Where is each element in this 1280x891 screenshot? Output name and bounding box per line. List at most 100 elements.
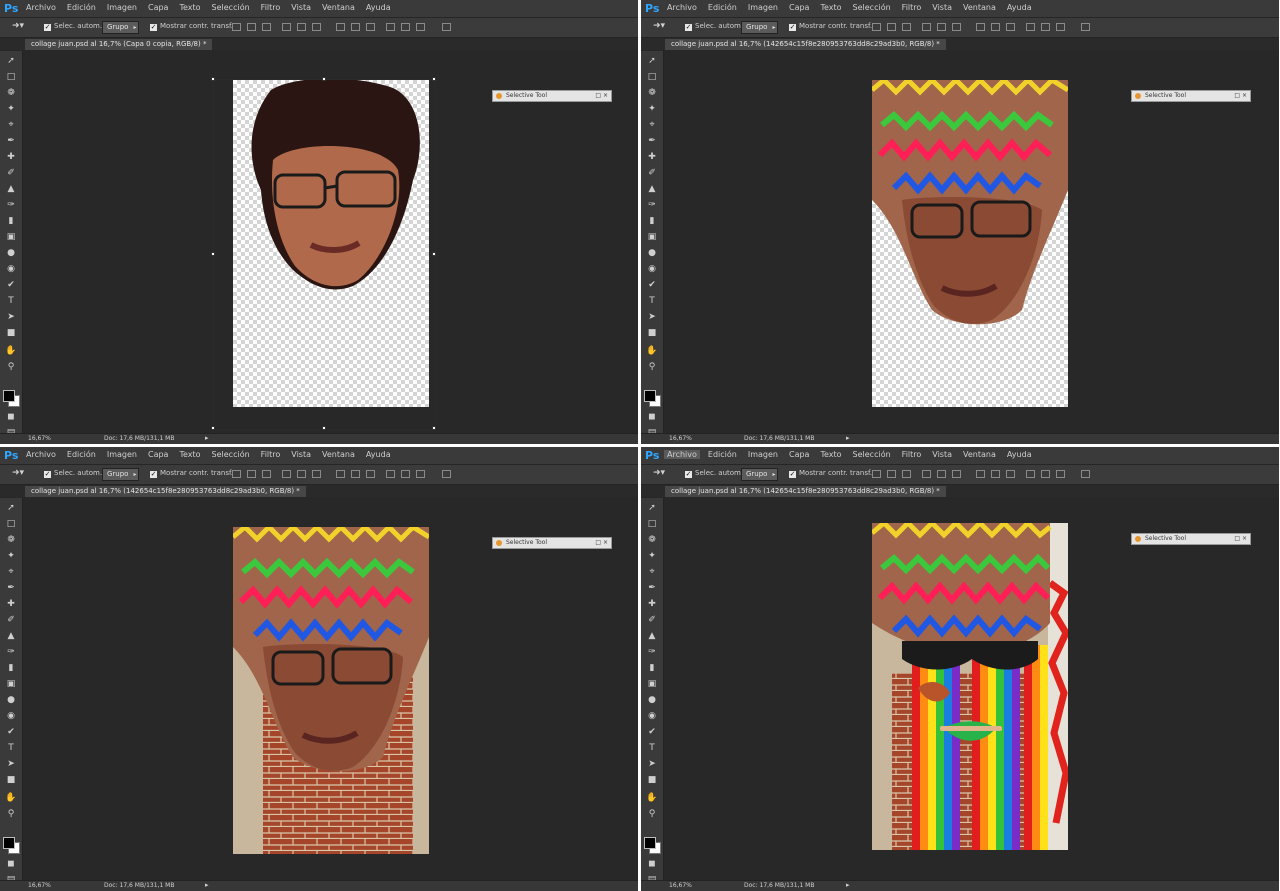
align-bottom-icon[interactable] [902, 470, 911, 478]
pen-tool-icon[interactable]: ✔ [4, 279, 18, 291]
document-tab[interactable]: collage juan.psd al 16,7% (Capa 0 copia,… [25, 39, 213, 50]
auto-select-target-dropdown[interactable]: Grupo [741, 468, 779, 481]
magic-wand-tool-icon[interactable]: ✦ [645, 103, 659, 115]
transform-handle[interactable] [432, 252, 436, 256]
menu-imagen[interactable]: Imagen [748, 450, 778, 459]
selective-tool-panel[interactable]: Selective Tool □ × [492, 537, 612, 549]
gradient-tool-icon[interactable]: ▣ [4, 678, 18, 690]
menu-ventana[interactable]: Ventana [963, 3, 996, 12]
panel-window-buttons[interactable]: □ × [1234, 534, 1247, 544]
menu-archivo[interactable]: Archivo [667, 3, 697, 12]
gradient-tool-icon[interactable]: ▣ [645, 678, 659, 690]
menu-seleccion[interactable]: Selección [212, 3, 250, 12]
eraser-tool-icon[interactable]: ▮ [4, 662, 18, 674]
crop-tool-icon[interactable]: ⌖ [645, 119, 659, 131]
auto-select-checkbox[interactable]: ✓ Selec. autom.: [44, 22, 104, 31]
zoom-tool-icon[interactable]: ⚲ [4, 808, 18, 820]
status-menu-arrow-icon[interactable]: ▸ [846, 881, 850, 889]
transform-handle[interactable] [322, 77, 326, 81]
menu-seleccion[interactable]: Selección [212, 450, 250, 459]
menu-capa[interactable]: Capa [148, 3, 168, 12]
blur-tool-icon[interactable]: ● [645, 694, 659, 706]
distribute-right-icon[interactable] [1056, 470, 1065, 478]
distribute-bottom-icon[interactable] [366, 23, 375, 31]
type-tool-icon[interactable]: T [645, 742, 659, 754]
brush-tool-icon[interactable]: ✐ [4, 167, 18, 179]
menu-edicion[interactable]: Edición [708, 450, 737, 459]
lasso-tool-icon[interactable]: ❁ [645, 87, 659, 99]
panel-window-buttons[interactable]: □ × [1234, 91, 1247, 101]
zoom-tool-icon[interactable]: ⚲ [645, 361, 659, 373]
path-selection-tool-icon[interactable]: ➤ [645, 311, 659, 323]
selective-tool-panel[interactable]: Selective Tool □ × [1131, 90, 1251, 102]
eraser-tool-icon[interactable]: ▮ [4, 215, 18, 227]
eyedropper-tool-icon[interactable]: ✒ [645, 135, 659, 147]
show-transform-checkbox[interactable]: ✓ Mostrar contr. transf. [789, 469, 872, 478]
foreground-color-swatch[interactable] [3, 390, 15, 402]
transform-handle[interactable] [432, 77, 436, 81]
crop-tool-icon[interactable]: ⌖ [4, 119, 18, 131]
transform-handle[interactable] [432, 426, 436, 430]
distribute-hcenter-icon[interactable] [1041, 23, 1050, 31]
magic-wand-tool-icon[interactable]: ✦ [4, 103, 18, 115]
document-canvas[interactable] [872, 80, 1068, 407]
foreground-color-swatch[interactable] [644, 837, 656, 849]
auto-select-checkbox[interactable]: ✓ Selec. autom.: [44, 469, 104, 478]
blur-tool-icon[interactable]: ● [4, 247, 18, 259]
move-tool-icon[interactable]: ➚ [4, 55, 18, 67]
rectangle-tool-icon[interactable]: ■ [645, 327, 659, 339]
show-transform-checkbox[interactable]: ✓ Mostrar contr. transf. [150, 469, 233, 478]
type-tool-icon[interactable]: T [4, 742, 18, 754]
distribute-bottom-icon[interactable] [1006, 470, 1015, 478]
history-brush-tool-icon[interactable]: ✑ [645, 646, 659, 658]
crop-tool-icon[interactable]: ⌖ [645, 566, 659, 578]
lasso-tool-icon[interactable]: ❁ [4, 87, 18, 99]
hand-tool-icon[interactable]: ✋ [4, 345, 18, 357]
distribute-right-icon[interactable] [1056, 23, 1065, 31]
eyedropper-tool-icon[interactable]: ✒ [4, 135, 18, 147]
align-left-icon[interactable] [282, 23, 291, 31]
menu-edicion[interactable]: Edición [67, 450, 96, 459]
hand-tool-icon[interactable]: ✋ [4, 792, 18, 804]
history-brush-tool-icon[interactable]: ✑ [645, 199, 659, 211]
marquee-tool-icon[interactable]: □ [4, 518, 18, 530]
status-menu-arrow-icon[interactable]: ▸ [205, 434, 209, 442]
menu-archivo[interactable]: Archivo [664, 450, 700, 459]
transform-handle[interactable] [322, 426, 326, 430]
marquee-tool-icon[interactable]: □ [645, 71, 659, 83]
distribute-vcenter-icon[interactable] [351, 470, 360, 478]
distribute-left-icon[interactable] [1026, 23, 1035, 31]
auto-select-target-dropdown[interactable]: Grupo [102, 468, 140, 481]
auto-select-checkbox[interactable]: ✓ Selec. autom.: [685, 469, 745, 478]
align-right-icon[interactable] [312, 23, 321, 31]
menu-ventana[interactable]: Ventana [322, 3, 355, 12]
panel-window-buttons[interactable]: □ × [595, 538, 608, 548]
align-hcenter-icon[interactable] [937, 470, 946, 478]
lasso-tool-icon[interactable]: ❁ [4, 534, 18, 546]
menu-filtro[interactable]: Filtro [261, 3, 281, 12]
menu-texto[interactable]: Texto [820, 3, 841, 12]
dodge-tool-icon[interactable]: ◉ [645, 710, 659, 722]
align-left-icon[interactable] [922, 470, 931, 478]
auto-align-layers-icon[interactable] [442, 470, 451, 478]
healing-brush-tool-icon[interactable]: ✚ [4, 151, 18, 163]
pen-tool-icon[interactable]: ✔ [645, 726, 659, 738]
marquee-tool-icon[interactable]: □ [4, 71, 18, 83]
selective-tool-panel[interactable]: Selective Tool □ × [1131, 533, 1251, 545]
align-top-icon[interactable] [232, 470, 241, 478]
transform-handle[interactable] [211, 426, 215, 430]
document-tab[interactable]: collage juan.psd al 16,7% (142654c15f8e2… [665, 39, 946, 50]
clone-stamp-tool-icon[interactable]: ▲ [645, 630, 659, 642]
menu-ayuda[interactable]: Ayuda [1007, 450, 1032, 459]
align-bottom-icon[interactable] [902, 23, 911, 31]
eraser-tool-icon[interactable]: ▮ [645, 215, 659, 227]
menu-ayuda[interactable]: Ayuda [366, 3, 391, 12]
distribute-left-icon[interactable] [386, 470, 395, 478]
menu-ventana[interactable]: Ventana [322, 450, 355, 459]
menu-ventana[interactable]: Ventana [963, 450, 996, 459]
menu-imagen[interactable]: Imagen [748, 3, 778, 12]
menu-seleccion[interactable]: Selección [853, 3, 891, 12]
move-tool-preset-icon[interactable]: ➜▾ [12, 468, 24, 478]
zoom-tool-icon[interactable]: ⚲ [645, 808, 659, 820]
auto-select-checkbox[interactable]: ✓ Selec. autom.: [685, 22, 745, 31]
